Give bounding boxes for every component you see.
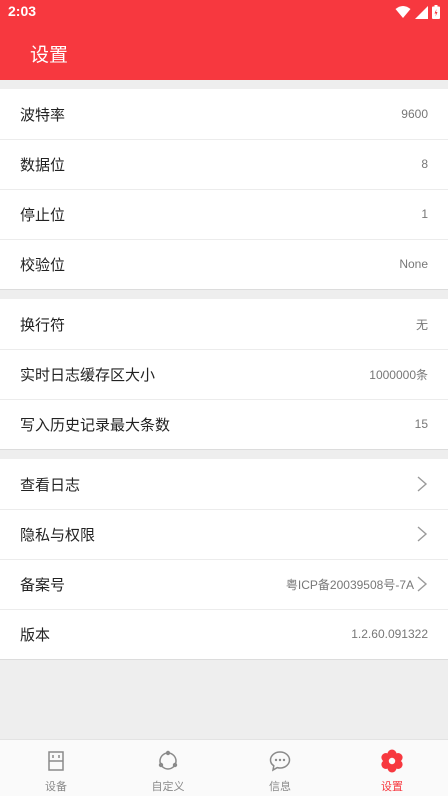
status-icons [395,4,440,20]
stop-bits-label: 停止位 [20,205,66,224]
custom-icon [158,750,178,770]
version-row: 版本 1.2.60.091322 [0,609,448,659]
tab-info[interactable]: 信息 [224,740,336,796]
settings-list: 波特率 9600 数据位 8 停止位 1 校验位 None 换行符 无 实时日志… [0,80,448,660]
history-max-label: 写入历史记录最大条数 [20,415,171,434]
log-settings-group: 换行符 无 实时日志缓存区大小 1000000条 写入历史记录最大条数 15 [0,299,448,450]
tab-device[interactable]: 设备 [0,740,112,796]
icp-record-value: 粤ICP备20039508号-7A [286,575,428,593]
icp-record-label: 备案号 [20,575,66,594]
stop-bits-value: 1 [421,207,428,221]
privacy-permissions-label: 隐私与权限 [20,525,96,544]
wifi-icon [395,6,411,18]
about-group: 查看日志 隐私与权限 备案号 粤ICP备20039508号-7A 版本 1.2.… [0,459,448,660]
parity-label: 校验位 [20,255,66,274]
chat-icon [269,751,291,772]
chevron-right-icon [417,526,428,542]
view-log-value [414,475,428,493]
bottom-navigation: 设备 自定义 信息 设置 [0,739,448,796]
newline-row[interactable]: 换行符 无 [0,299,448,349]
tab-custom[interactable]: 自定义 [112,740,224,796]
data-bits-row[interactable]: 数据位 8 [0,139,448,189]
tab-info-label: 信息 [269,780,291,793]
newline-label: 换行符 [20,315,66,334]
data-bits-label: 数据位 [20,155,66,174]
app-bar: 设置 [0,24,448,80]
parity-value: None [399,257,428,271]
log-buffer-size-label: 实时日志缓存区大小 [20,365,156,384]
baud-rate-value: 9600 [401,107,428,121]
tab-settings[interactable]: 设置 [336,740,448,796]
log-buffer-size-row[interactable]: 实时日志缓存区大小 1000000条 [0,349,448,399]
status-time: 2:03 [8,3,37,19]
cell-signal-icon [415,5,428,19]
history-max-row[interactable]: 写入历史记录最大条数 15 [0,399,448,449]
parity-row[interactable]: 校验位 None [0,239,448,289]
settings-icon [381,749,403,773]
privacy-permissions-row[interactable]: 隐私与权限 [0,509,448,559]
serial-settings-group: 波特率 9600 数据位 8 停止位 1 校验位 None [0,89,448,290]
chevron-right-icon [417,476,428,492]
tab-device-label: 设备 [45,780,67,793]
version-label: 版本 [20,625,51,644]
page-title: 设置 [30,44,69,66]
chevron-right-icon [417,576,428,592]
tab-settings-label: 设置 [381,780,403,793]
status-bar: 2:03 [0,0,448,24]
stop-bits-row[interactable]: 停止位 1 [0,189,448,239]
device-icon [48,751,64,771]
baud-rate-row[interactable]: 波特率 9600 [0,89,448,139]
version-value: 1.2.60.091322 [351,627,428,641]
icp-record-row[interactable]: 备案号 粤ICP备20039508号-7A [0,559,448,609]
battery-icon [432,5,440,19]
baud-rate-label: 波特率 [20,105,66,124]
data-bits-value: 8 [421,157,428,171]
history-max-value: 15 [414,417,428,431]
newline-value: 无 [415,317,428,332]
view-log-label: 查看日志 [20,475,81,494]
privacy-permissions-value [414,525,428,543]
view-log-row[interactable]: 查看日志 [0,459,448,509]
icp-record-number: 粤ICP备20039508号-7A [285,577,414,592]
log-buffer-size-value: 1000000条 [369,367,428,382]
tab-custom-label: 自定义 [151,780,185,793]
